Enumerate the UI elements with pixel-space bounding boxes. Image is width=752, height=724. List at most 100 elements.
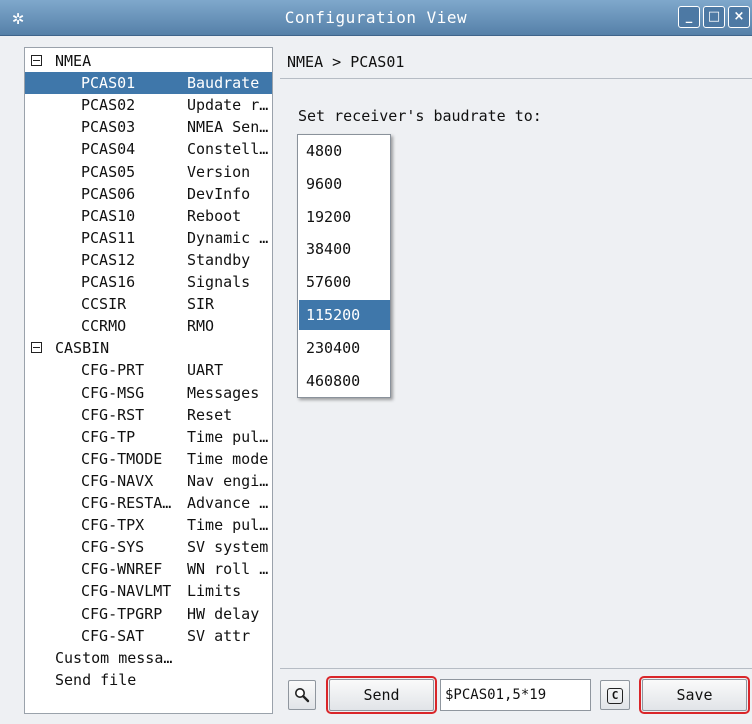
save-button[interactable]: Save (639, 676, 750, 714)
breadcrumb: NMEA > PCAS01 (287, 53, 405, 71)
tree-item-command: PCAS06 (81, 184, 136, 203)
magnifier-icon (295, 688, 310, 703)
baudrate-option[interactable]: 115200 (299, 300, 390, 330)
tree-item-description: HW delay (187, 604, 260, 623)
collapse-icon[interactable] (31, 55, 42, 66)
tree-item[interactable]: CFG-RST Reset (25, 404, 272, 426)
tree-item[interactable]: PCAS10 Reboot (25, 205, 272, 227)
tree-item-description: Update r… (187, 96, 269, 115)
tree-item-description: Baudrate (187, 74, 260, 93)
minimize-button[interactable]: _ (678, 6, 700, 28)
tree-item[interactable]: CFG-TP Time pul… (25, 426, 272, 448)
tree-item[interactable]: CFG-PRT UART (25, 359, 272, 381)
baudrate-option[interactable]: 9600 (299, 169, 390, 199)
tree-item[interactable]: PCAS04 Constell… (25, 138, 272, 160)
tree-item-description: UART (187, 361, 224, 380)
tree-item-command: CFG-PRT (81, 361, 145, 380)
baudrate-prompt: Set receiver's baudrate to: (298, 107, 542, 125)
tree-item[interactable]: Send file (25, 669, 272, 691)
tree-group-casbin[interactable]: CASBIN (25, 337, 272, 359)
tree-item-description: Time pul… (187, 427, 269, 446)
tree-item-command: CFG-RST (81, 405, 145, 424)
tree-item-description: Constell… (187, 140, 269, 159)
tree-item[interactable]: PCAS11 Dynamic … (25, 227, 272, 249)
maximize-button[interactable]: □ (703, 6, 725, 28)
tree-item-label: Send file (55, 670, 137, 689)
tree-item-description: SIR (187, 295, 215, 314)
baudrate-option[interactable]: 19200 (299, 202, 390, 232)
tree-item-command: CFG-RESTA… (81, 494, 172, 512)
header-divider (280, 78, 752, 79)
baudrate-option[interactable]: 230400 (299, 333, 390, 363)
tree-item-command: CCSIR (81, 295, 127, 314)
tree-item-command: CCRMO (81, 317, 127, 336)
tree-item[interactable]: PCAS16 Signals (25, 271, 272, 293)
command-field[interactable]: $PCAS01,5*19 (440, 679, 591, 711)
tree-item[interactable]: Custom messa… (25, 647, 272, 669)
tree-item-description: Reset (187, 405, 233, 424)
close-button[interactable]: × (728, 6, 750, 28)
tree-item[interactable]: CFG-WNREF WN roll … (25, 558, 272, 580)
baudrate-option[interactable]: 38400 (299, 234, 390, 264)
tree-item-description: RMO (187, 317, 215, 336)
tree-item[interactable]: CCSIR SIR (25, 293, 272, 315)
search-button[interactable] (288, 680, 316, 710)
copy-button[interactable]: C (600, 680, 630, 710)
tree-item[interactable]: PCAS05 Version (25, 161, 272, 183)
tree-group-label: NMEA (55, 52, 92, 70)
tree-item-command: CFG-WNREF (81, 560, 163, 579)
tree-item[interactable]: CFG-NAVLMT Limits (25, 580, 272, 602)
copy-icon: C (607, 688, 623, 704)
tree-item[interactable]: PCAS06 DevInfo (25, 183, 272, 205)
tree-item[interactable]: PCAS02 Update r… (25, 94, 272, 116)
tree-item-description: Limits (187, 582, 242, 601)
tree-item-description: Nav engi… (187, 471, 269, 490)
window-title: Configuration View (284, 8, 468, 27)
command-tree[interactable]: NMEA PCAS01 Baudrate PCAS02 Update r… PCAS03 N… (24, 47, 273, 714)
tree-item-command: PCAS11 (81, 228, 136, 247)
tree-item[interactable]: CCRMO RMO (25, 315, 272, 337)
collapse-icon[interactable] (31, 342, 42, 354)
baudrate-option[interactable]: 57600 (299, 267, 390, 297)
tree-item-description: Version (187, 162, 251, 181)
tree-item[interactable]: CFG-TPX Time pul… (25, 514, 272, 536)
footer-divider (280, 668, 752, 669)
tree-item[interactable]: PCAS03 NMEA Sen… (25, 116, 272, 138)
tree-item-description: SV attr (187, 626, 251, 645)
tree-item-description: Time mode (187, 449, 269, 468)
tree-item-command: PCAS12 (81, 250, 136, 269)
tree-item[interactable]: CFG-NAVX Nav engi… (25, 470, 272, 492)
tree-item-command: PCAS02 (81, 96, 136, 115)
tree-item-command: PCAS03 (81, 118, 136, 137)
tree-item-description: NMEA Sen… (187, 118, 269, 137)
tree-item[interactable]: CFG-SYS SV system (25, 536, 272, 558)
tree-item[interactable]: PCAS12 Standby (25, 249, 272, 271)
baudrate-dropdown-list[interactable]: 4800 9600 19200 38400 57600 115200 230400 46080… (297, 134, 391, 398)
tree-item-command: PCAS04 (81, 140, 136, 159)
baudrate-option[interactable]: 4800 (299, 136, 390, 166)
tree-item-command: CFG-TMODE (81, 449, 163, 468)
tree-item-label: Custom messa… (55, 648, 173, 667)
tree-item-command: CFG-TPGRP (81, 604, 163, 623)
tree-item-description: Time pul… (187, 516, 269, 535)
tree-item[interactable]: CFG-TPGRP HW delay (25, 603, 272, 625)
tree-item-command: PCAS01 (81, 74, 136, 93)
tree-group-nmea[interactable]: NMEA (25, 50, 272, 72)
tree-item[interactable]: PCAS01 Baudrate (25, 72, 272, 95)
tree-item-description: DevInfo (187, 184, 251, 203)
tree-item-description: Dynamic … (187, 228, 269, 247)
tree-group-label: CASBIN (55, 339, 110, 358)
send-button[interactable]: Send (326, 676, 437, 714)
tree-item[interactable]: CFG-RESTA… Advance … (25, 492, 272, 514)
tree-item-command: CFG-NAVX (81, 471, 154, 490)
tree-item-description: SV system (187, 538, 269, 557)
tree-item[interactable]: CFG-TMODE Time mode (25, 448, 272, 470)
tree-item[interactable]: CFG-MSG Messages (25, 382, 272, 404)
tree-item-description: Standby (187, 250, 251, 269)
baudrate-option[interactable]: 460800 (299, 366, 390, 396)
tree-item[interactable]: CFG-SAT SV attr (25, 625, 272, 647)
tree-item-description: Reboot (187, 206, 242, 225)
title-bar[interactable]: ✲ Configuration View _ □ × (0, 0, 752, 36)
tree-item-command: CFG-SYS (81, 538, 145, 557)
tree-item-description: Messages (187, 383, 260, 402)
